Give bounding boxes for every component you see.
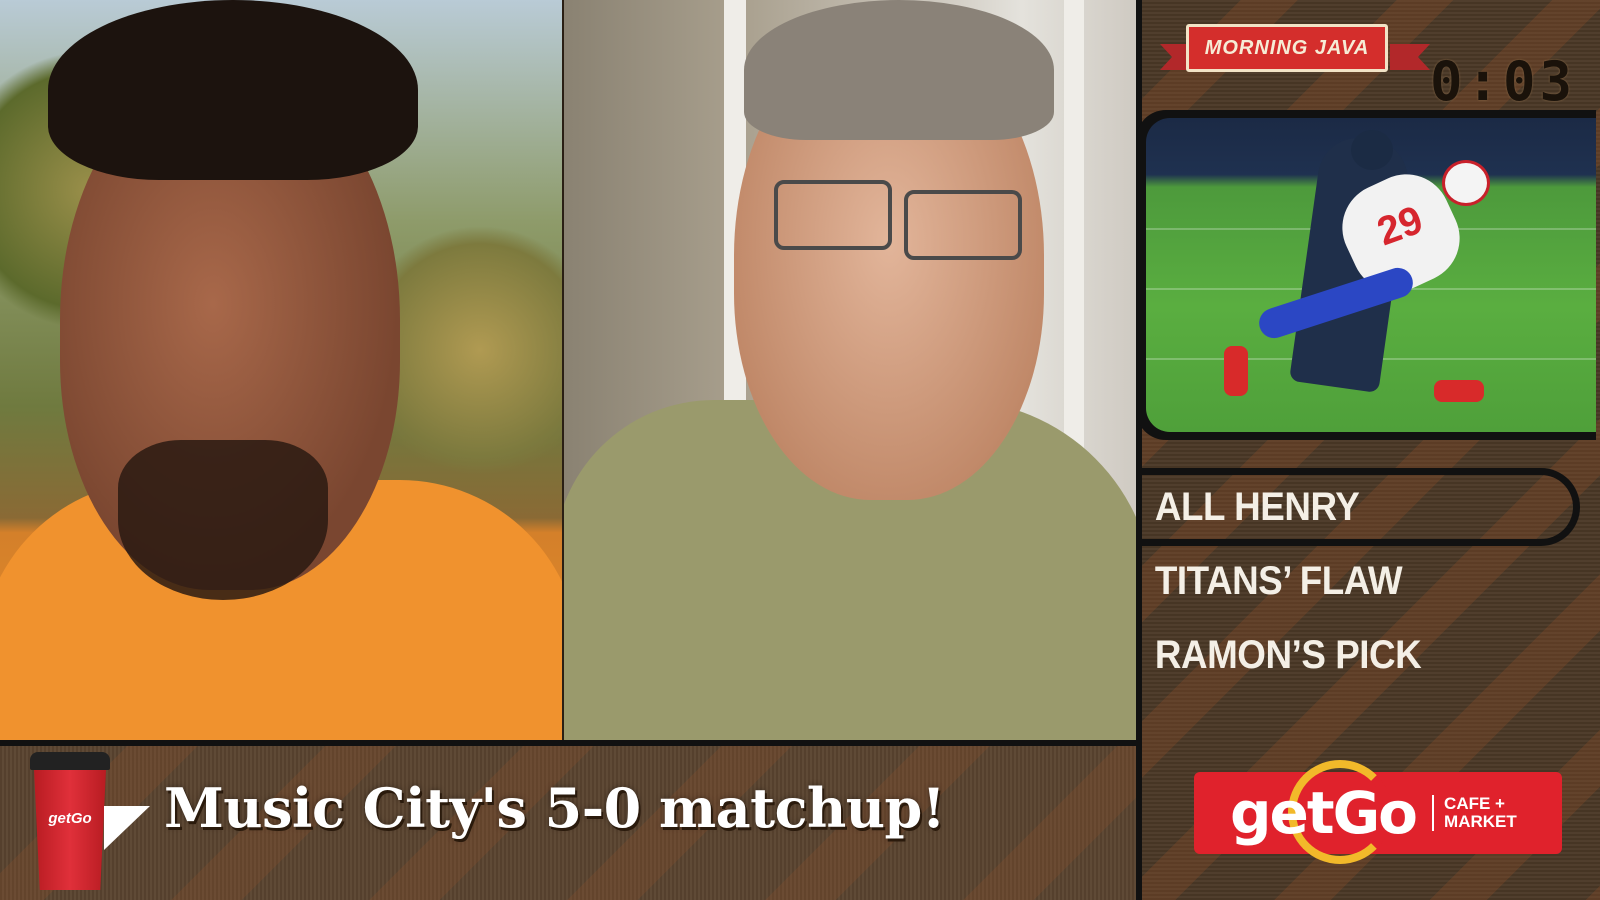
- speech-pointer: [104, 806, 150, 850]
- host-left: [0, 0, 562, 740]
- headline: Music City's 5-0 matchup!: [164, 776, 945, 840]
- topic-list: ALL HENRY TITANS’ FLAW RAMON’S PICK: [1142, 470, 1582, 692]
- football-photo: 29: [1146, 118, 1596, 432]
- cleat-red-2: [1434, 380, 1484, 402]
- sponsor-subtitle-line1: CAFE +: [1444, 794, 1505, 813]
- glasses-left-lens: [774, 180, 892, 250]
- video-feed-right: [564, 0, 1136, 740]
- topic-item: RAMON’S PICK: [1154, 633, 1422, 677]
- hair: [48, 0, 418, 180]
- sponsor-name: getGo: [1230, 779, 1418, 847]
- cup-lid: [30, 752, 110, 770]
- host-right: [564, 0, 1136, 740]
- helmet-white: [1442, 160, 1490, 206]
- lower-third-banner: getGo Music City's 5-0 matchup!: [0, 740, 1136, 900]
- glasses-right-lens: [904, 190, 1022, 260]
- coffee-cup-icon: getGo: [30, 752, 110, 892]
- show-title-badge: MORNING JAVA: [1186, 24, 1388, 72]
- ribbon-tail-right: [1390, 44, 1430, 70]
- cup-body: getGo: [34, 770, 106, 890]
- side-panel: MORNING JAVA 0:03 29 ALL HENRY TITANS’ F…: [1136, 0, 1600, 900]
- hair: [744, 0, 1054, 140]
- beard: [118, 440, 328, 600]
- sponsor-subtitle-line2: MARKET: [1444, 812, 1517, 831]
- helmet-navy: [1351, 130, 1393, 170]
- segment-timer: 0:03: [1430, 50, 1577, 113]
- sponsor-logo: getGo CAFE + MARKET: [1194, 760, 1562, 864]
- photo-frame: 29: [1136, 110, 1596, 440]
- topic-item: ALL HENRY: [1154, 485, 1360, 529]
- cleat-red: [1224, 346, 1248, 396]
- cup-logo: getGo: [48, 810, 92, 827]
- video-feed-left: [0, 0, 562, 740]
- sponsor-subtitle: CAFE + MARKET: [1432, 795, 1517, 831]
- topic-item: TITANS’ FLAW: [1154, 559, 1403, 603]
